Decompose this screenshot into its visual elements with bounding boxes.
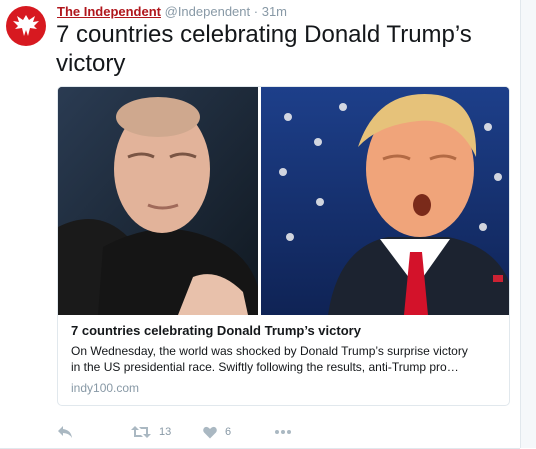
separator-dot: · xyxy=(253,4,259,19)
card-title[interactable]: 7 countries celebrating Donald Trump’s v… xyxy=(71,322,499,339)
link-card[interactable]: 7 countries celebrating Donald Trump’s v… xyxy=(57,86,510,406)
timeline-edge xyxy=(520,0,536,448)
avatar[interactable] xyxy=(6,6,46,46)
like-button[interactable]: 6 xyxy=(203,423,231,441)
tweet-actions: 13 6 xyxy=(57,423,357,441)
card-description: On Wednesday, the world was shocked by D… xyxy=(71,343,499,375)
reply-icon xyxy=(58,426,72,438)
card-description-line: in the US presidential race. Swiftly fol… xyxy=(71,360,459,374)
tweet-header: The Independent @Independent · 31m xyxy=(57,3,287,20)
heart-icon xyxy=(203,426,217,438)
eagle-logo-icon xyxy=(13,15,39,36)
card-description-line: On Wednesday, the world was shocked by D… xyxy=(71,344,468,358)
user-handle[interactable]: @Independent xyxy=(165,4,251,19)
like-count: 6 xyxy=(225,426,232,438)
retweet-button[interactable]: 13 xyxy=(131,423,171,441)
tweet: The Independent @Independent · 31m 7 cou… xyxy=(0,0,520,449)
more-button[interactable] xyxy=(274,423,292,441)
retweet-icon xyxy=(131,426,151,438)
timestamp[interactable]: 31m xyxy=(262,4,287,19)
display-name[interactable]: The Independent xyxy=(57,4,161,19)
card-domain[interactable]: indy100.com xyxy=(71,380,139,396)
retweet-count: 13 xyxy=(159,426,172,438)
reply-button[interactable] xyxy=(57,423,73,441)
more-dots-icon xyxy=(275,430,291,434)
card-image[interactable] xyxy=(58,87,509,315)
tweet-text: 7 countries celebrating Donald Trump’s v… xyxy=(56,21,472,77)
